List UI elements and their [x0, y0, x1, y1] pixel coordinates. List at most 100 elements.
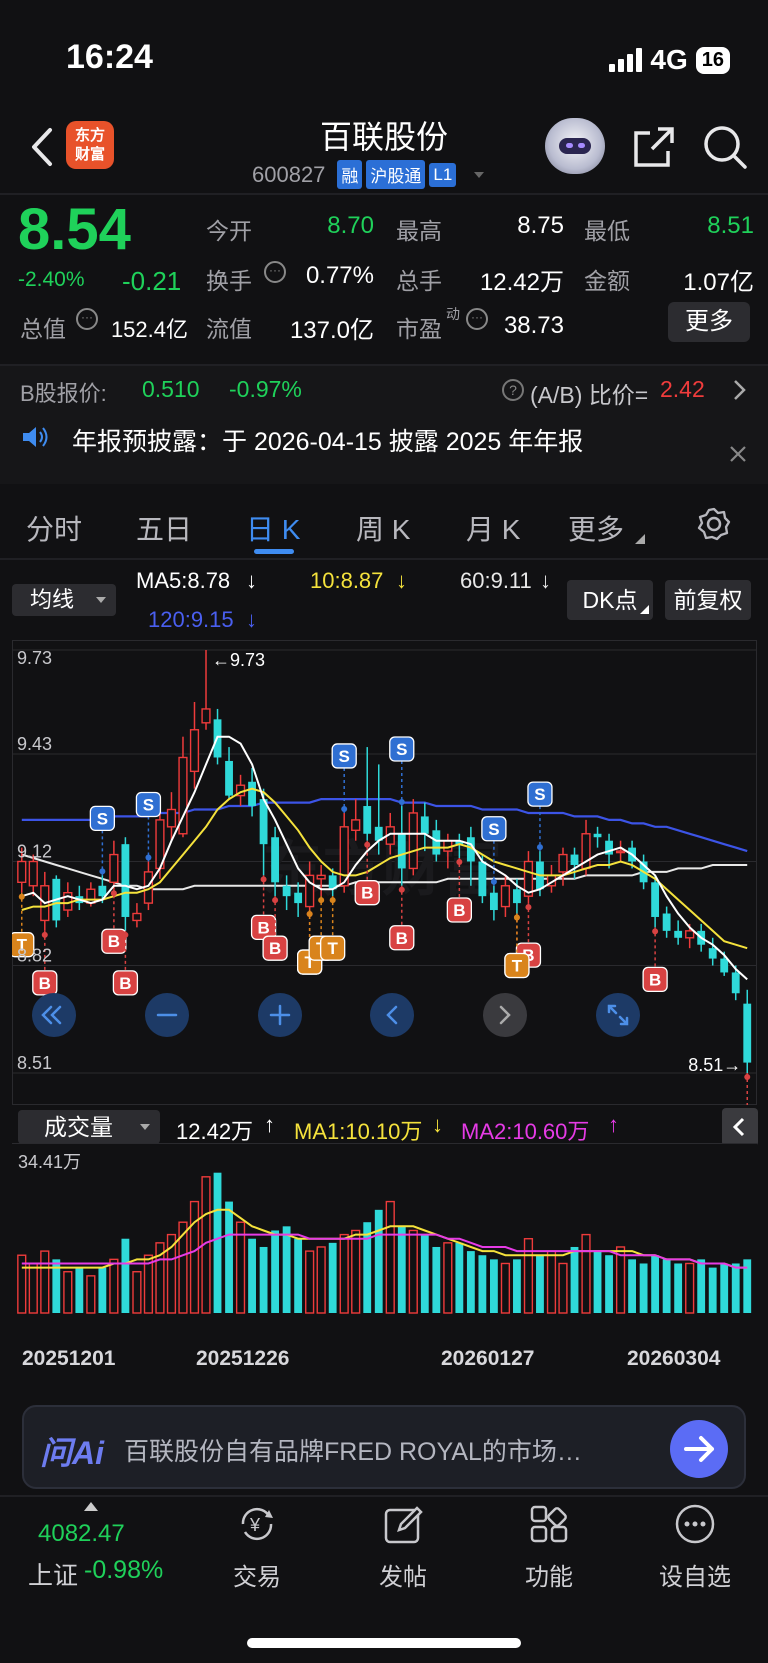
info-dots-icon[interactable]: ··· — [76, 308, 98, 330]
volume-bar — [305, 1250, 315, 1314]
price-axis-label: 9.12 — [17, 842, 52, 862]
grid-icon — [530, 1505, 568, 1543]
volume-bar — [513, 1259, 521, 1313]
nav-post[interactable]: 发帖 — [353, 1502, 453, 1592]
ai-robot-avatar[interactable] — [545, 118, 605, 174]
candlestick — [121, 837, 130, 931]
svg-text:B: B — [269, 939, 281, 958]
kline-chart[interactable]: 东方财富 SSSSSSBBBBBBBBBBBBBTTTTT 9.739.439.… — [12, 640, 757, 1105]
tab-intraday[interactable]: 分时 — [26, 508, 82, 548]
search-button[interactable] — [702, 124, 748, 175]
nav-watchlist-label: 设自选 — [659, 1564, 731, 1591]
volume-bar — [132, 1271, 142, 1314]
volume-bar — [489, 1259, 498, 1313]
volume-bar — [235, 1221, 246, 1314]
dk-points-button[interactable]: DK点 — [567, 580, 653, 620]
field-value-volume: 12.42万 — [479, 269, 564, 296]
ai-prompt-text[interactable]: 百联股份自有品牌FRED ROYAL的市场… — [124, 1432, 654, 1468]
ma60-value: 60:9.11 — [460, 568, 532, 593]
collapse-button[interactable] — [722, 1108, 758, 1146]
svg-text:B: B — [361, 884, 373, 903]
volume-ma2-arrow: ↑ — [608, 1112, 619, 1137]
volume-chart[interactable]: 34.41万 — [12, 1143, 757, 1341]
svg-text:S: S — [534, 785, 545, 804]
candle-body — [720, 958, 729, 973]
b-share-label: B股报价: — [20, 381, 107, 406]
close-icon[interactable] — [728, 444, 748, 464]
tab-daily-k[interactable]: 日 K — [246, 508, 300, 548]
volume-select-label: 成交量 — [44, 1114, 113, 1140]
zoom-out-icon[interactable] — [145, 993, 189, 1037]
ma-select[interactable]: 均线 — [12, 584, 116, 616]
nav-trade[interactable]: ¥ 交易 — [207, 1502, 307, 1592]
rewind-icon[interactable] — [32, 993, 76, 1037]
candle-body — [500, 885, 511, 908]
tab-monthly-k[interactable]: 月 K — [466, 508, 520, 548]
candle-body — [570, 854, 579, 865]
stock-subline[interactable]: 600827 融 沪股通 L1 — [252, 160, 485, 189]
ma5-value: MA5:8.78 — [136, 568, 231, 593]
candle-body — [132, 912, 142, 922]
edit-icon — [384, 1506, 423, 1544]
volume-bar — [639, 1263, 648, 1313]
battery-icon: 16 — [695, 46, 730, 74]
field-value-open: 8.70 — [327, 212, 374, 239]
volume-bar — [708, 1267, 717, 1313]
home-indicator — [247, 1638, 521, 1648]
svg-text:B: B — [39, 974, 51, 993]
zoom-in-icon[interactable] — [258, 993, 302, 1037]
volume-bar — [420, 1234, 429, 1313]
step-back-icon[interactable] — [370, 993, 414, 1037]
help-icon[interactable]: ? — [502, 379, 524, 401]
volume-bar — [259, 1246, 268, 1313]
info-dots-icon[interactable]: ··· — [264, 261, 286, 283]
info-dots-icon[interactable]: ··· — [466, 308, 488, 330]
index-name: 上证 — [28, 1562, 79, 1590]
volume-bar — [697, 1259, 706, 1313]
svg-text:B: B — [453, 901, 465, 920]
ai-send-button[interactable] — [670, 1420, 728, 1478]
step-forward-icon[interactable] — [483, 993, 527, 1037]
ma10-value: 10:8.87 — [310, 568, 384, 593]
volume-bar — [443, 1242, 453, 1314]
candle-body — [489, 892, 498, 911]
volume-ma2: MA2:10.60万 — [461, 1119, 590, 1144]
tab-more[interactable]: 更多 — [568, 508, 624, 548]
candle-body — [201, 708, 211, 724]
tab-five-day[interactable]: 五日 — [136, 508, 192, 548]
share-button[interactable] — [630, 125, 676, 176]
b-share-bar[interactable]: B股报价: 0.510 -0.97% ? (A/B) 比价= 2.42 — [0, 364, 768, 412]
nav-functions[interactable]: 功能 — [499, 1502, 599, 1592]
ma60-arrow: ↓ — [540, 568, 551, 593]
nav-watchlist[interactable]: 设自选 — [645, 1502, 745, 1592]
notice-bar[interactable]: 年报预披露：于 2026-04-15 披露 2025 年年报 — [0, 412, 768, 484]
more-button[interactable]: 更多 — [668, 302, 750, 342]
more-dots-icon — [675, 1504, 715, 1544]
adjust-mode-button[interactable]: 前复权 — [665, 580, 751, 620]
yuan-refresh-icon: ¥ — [241, 1507, 273, 1541]
candle-body — [558, 853, 568, 873]
high-price-marker: ←9.73 — [212, 650, 265, 670]
ab-ratio-label: (A/B) 比价= — [530, 382, 649, 408]
candle-body — [478, 861, 487, 897]
ma120-arrow: ↓ — [246, 607, 257, 632]
ma120-value: 120:9.15 — [148, 607, 234, 632]
field-label-turnover: 换手 — [206, 268, 252, 294]
volume-bar — [674, 1263, 683, 1313]
volume-bar — [536, 1255, 544, 1313]
volume-bar — [339, 1233, 349, 1314]
tag-level: L1 — [429, 162, 457, 187]
fullscreen-icon[interactable] — [596, 993, 640, 1037]
settings-gear-icon[interactable] — [696, 506, 732, 542]
arrow-right-icon — [684, 1436, 714, 1462]
volume-bar — [363, 1222, 372, 1313]
volume-bar — [685, 1262, 695, 1314]
volume-bar — [615, 1246, 626, 1314]
volume-bar — [109, 1258, 119, 1314]
volume-select[interactable]: 成交量 — [18, 1110, 160, 1144]
volume-bar — [593, 1251, 602, 1313]
volume-bar — [720, 1263, 729, 1313]
candle-body — [743, 1003, 752, 1063]
volume-bar — [570, 1246, 579, 1313]
tab-weekly-k[interactable]: 周 K — [356, 508, 410, 548]
